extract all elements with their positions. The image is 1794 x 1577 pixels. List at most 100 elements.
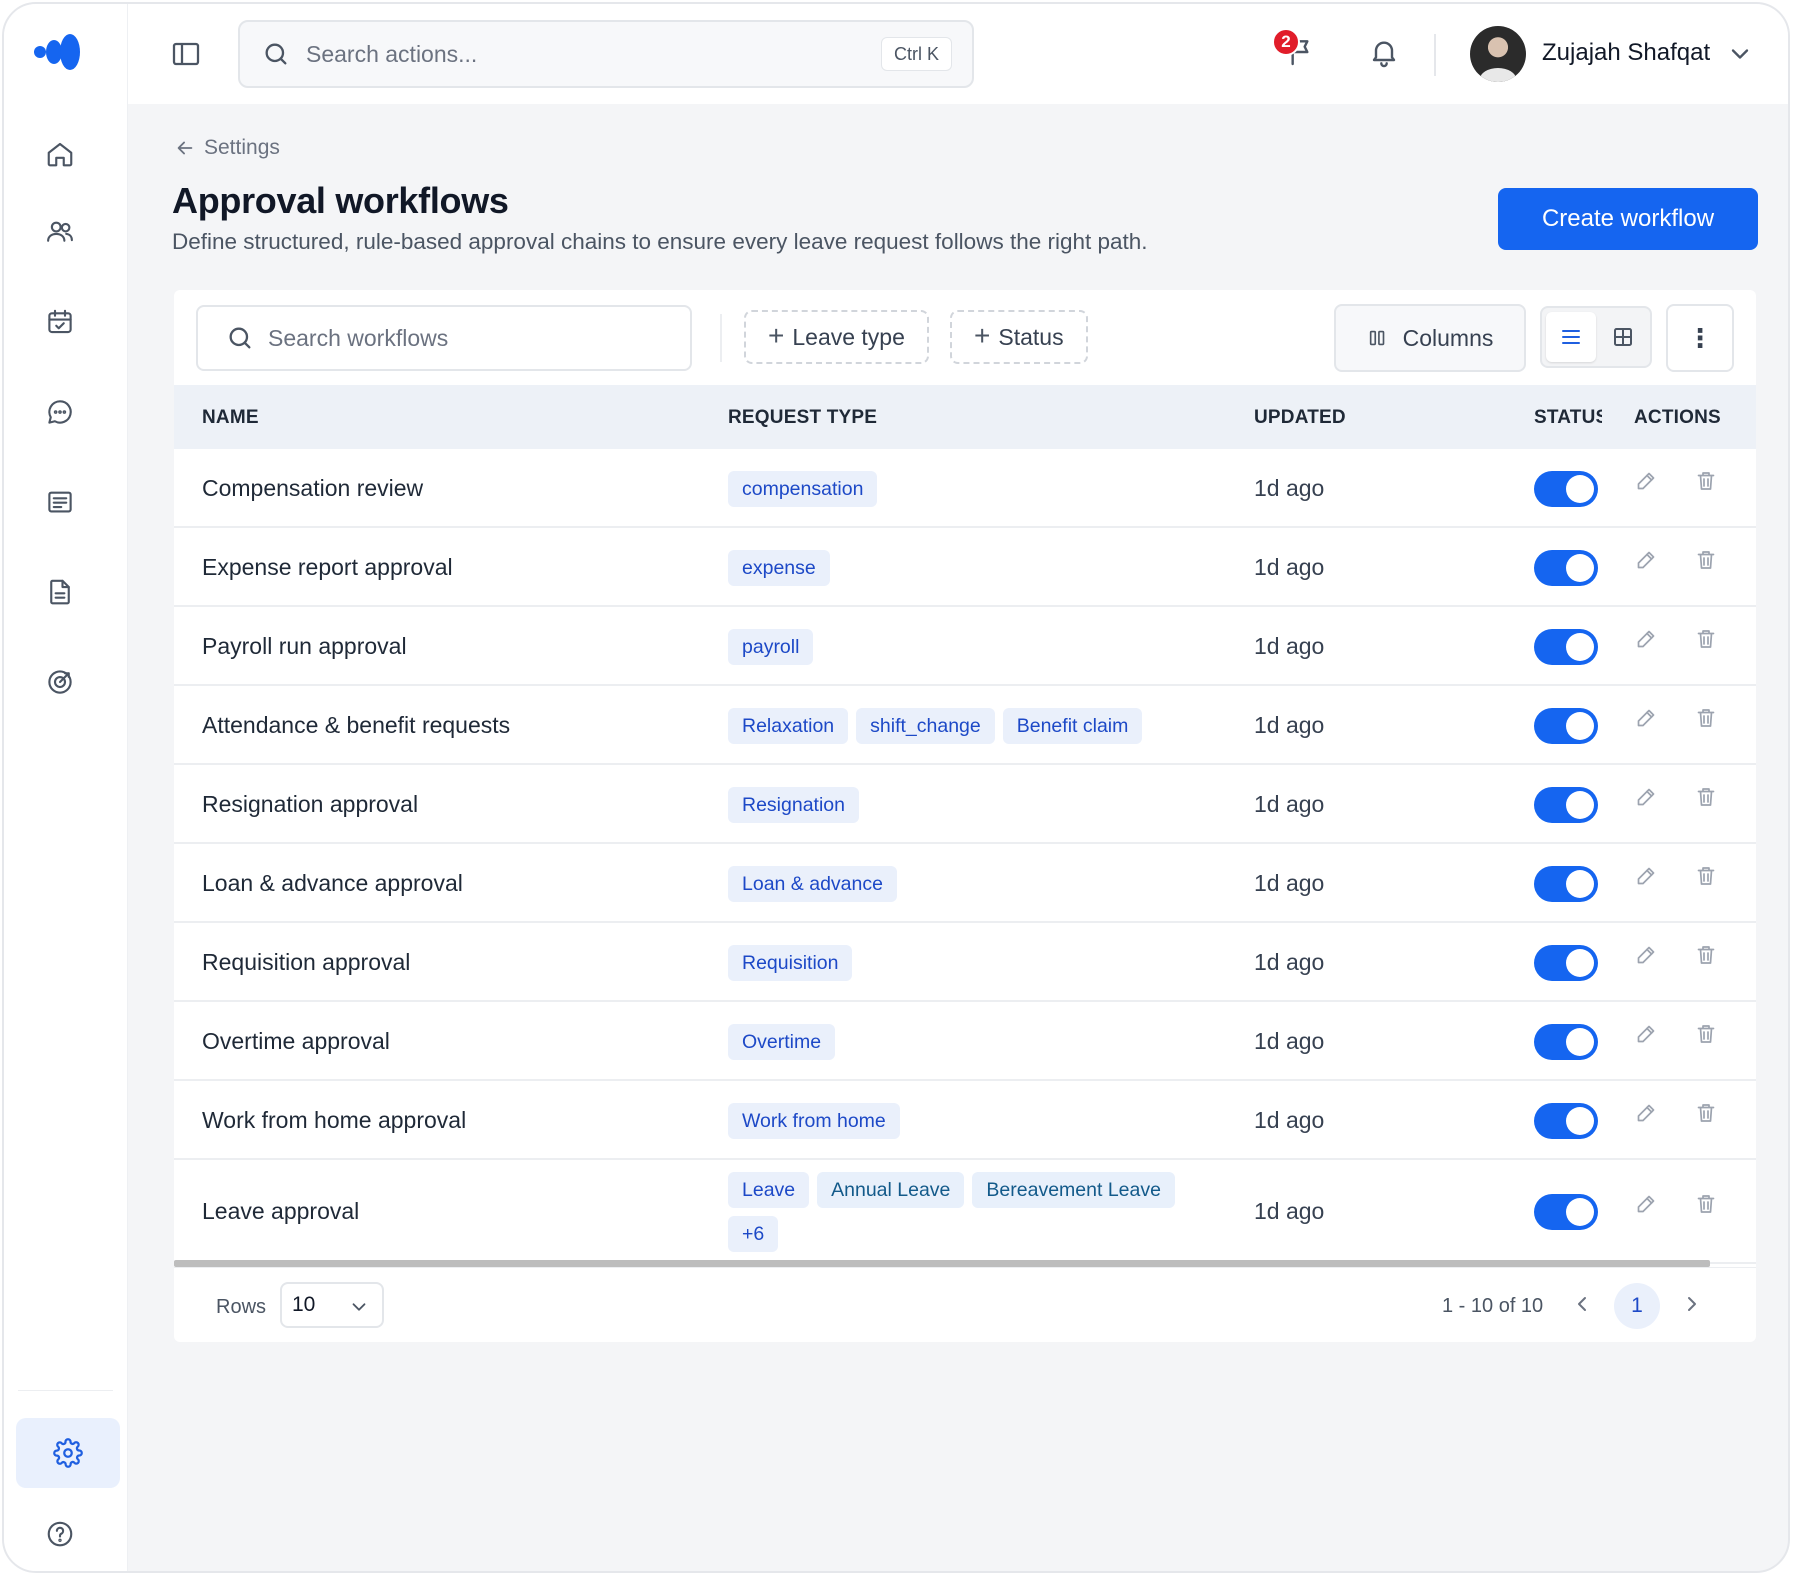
status-toggle[interactable] xyxy=(1534,1194,1598,1230)
workflow-name[interactable]: Payroll run approval xyxy=(202,633,407,660)
delete-icon[interactable] xyxy=(1694,627,1720,653)
workflow-name[interactable]: Compensation review xyxy=(202,475,423,502)
receipt-icon[interactable] xyxy=(44,486,76,518)
updated-time: 1d ago xyxy=(1254,869,1325,896)
table-row[interactable]: Leave approval Leave Annual Leave Bereaveme… xyxy=(174,1160,1756,1264)
home-icon[interactable] xyxy=(44,138,76,170)
action-search-input[interactable] xyxy=(306,40,846,68)
edit-icon[interactable] xyxy=(1634,1101,1660,1127)
delete-icon[interactable] xyxy=(1694,943,1720,969)
workflow-search-input[interactable] xyxy=(268,324,668,352)
workflow-search-bar[interactable] xyxy=(196,305,692,371)
chevron-down-icon[interactable] xyxy=(1726,40,1754,68)
avatar[interactable] xyxy=(1470,26,1526,82)
delete-icon[interactable] xyxy=(1694,469,1720,495)
edit-icon[interactable] xyxy=(1634,706,1660,732)
status-toggle[interactable] xyxy=(1534,944,1598,981)
target-icon[interactable] xyxy=(44,666,76,698)
column-header-name[interactable]: NAME xyxy=(202,407,259,429)
bell-icon[interactable] xyxy=(1368,36,1402,72)
status-toggle[interactable] xyxy=(1534,470,1598,507)
grid-view-icon[interactable] xyxy=(1598,312,1648,362)
request-type-tags: Work from home xyxy=(728,1102,1188,1139)
status-toggle[interactable] xyxy=(1534,865,1598,902)
table-row[interactable]: Loan & advance approval Loan & advance 1d … xyxy=(174,844,1756,923)
help-icon[interactable] xyxy=(44,1518,76,1550)
workflow-name[interactable]: Attendance & benefit requests xyxy=(202,712,510,739)
edit-icon[interactable] xyxy=(1634,1192,1660,1218)
edit-icon[interactable] xyxy=(1634,943,1660,969)
chevron-left-icon[interactable] xyxy=(1570,1292,1596,1318)
table-row[interactable]: Attendance & benefit requests Relaxation s… xyxy=(174,686,1756,765)
horizontal-scrollbar[interactable] xyxy=(174,1260,1710,1267)
delete-icon[interactable] xyxy=(1694,785,1720,811)
settings-icon[interactable] xyxy=(16,1418,120,1488)
table-row[interactable]: Expense report approval expense 1d ago xyxy=(174,528,1756,607)
updated-time: 1d ago xyxy=(1254,553,1325,580)
rows-per-page-select[interactable]: 10 xyxy=(280,1282,384,1328)
status-toggle[interactable] xyxy=(1534,628,1598,665)
calendar-check-icon[interactable] xyxy=(44,306,76,338)
column-header-updated[interactable]: UPDATED xyxy=(1254,407,1346,429)
request-type-tag: +6 xyxy=(728,1216,779,1252)
request-type-tags: Loan & advance xyxy=(728,865,1188,902)
edit-icon[interactable] xyxy=(1634,864,1660,890)
status-toggle[interactable] xyxy=(1534,1102,1598,1139)
workflow-name[interactable]: Overtime approval xyxy=(202,1028,390,1055)
edit-icon[interactable] xyxy=(1634,548,1660,574)
app-window: Ctrl K Zujajah Shafqat 2 Settings Approv… xyxy=(2,2,1790,1573)
delete-icon[interactable] xyxy=(1694,1022,1720,1048)
table-row[interactable]: Requisition approval Requisition 1d ago xyxy=(174,923,1756,1002)
workflow-name[interactable]: Loan & advance approval xyxy=(202,870,463,897)
columns-button[interactable]: Columns xyxy=(1334,304,1526,372)
table-row[interactable]: Resignation approval Resignation 1d ago xyxy=(174,765,1756,844)
request-type-tag: payroll xyxy=(728,628,814,665)
status-toggle[interactable] xyxy=(1534,549,1598,586)
table-footer: Rows 10 1 - 10 of 10 1 xyxy=(174,1267,1756,1342)
table-row[interactable]: Overtime approval Overtime 1d ago xyxy=(174,1002,1756,1081)
app-logo[interactable] xyxy=(32,30,90,74)
delete-icon[interactable] xyxy=(1694,1192,1720,1218)
workflow-name[interactable]: Requisition approval xyxy=(202,949,410,976)
delete-icon[interactable] xyxy=(1694,1101,1720,1127)
table-row[interactable]: Compensation review compensation 1d ago xyxy=(174,449,1756,528)
create-workflow-button[interactable]: Create workflow xyxy=(1498,188,1758,250)
workflow-name[interactable]: Expense report approval xyxy=(202,554,453,581)
workflow-name[interactable]: Resignation approval xyxy=(202,791,418,818)
more-options-icon[interactable]: ⋮ xyxy=(1666,304,1734,372)
status-toggle[interactable] xyxy=(1534,707,1598,744)
edit-icon[interactable] xyxy=(1634,627,1660,653)
action-search-bar[interactable]: Ctrl K xyxy=(238,20,974,88)
user-name[interactable]: Zujajah Shafqat xyxy=(1542,39,1710,67)
edit-icon[interactable] xyxy=(1634,1022,1660,1048)
updated-time: 1d ago xyxy=(1254,1106,1325,1133)
column-header-status[interactable]: STATUS xyxy=(1534,407,1602,429)
delete-icon[interactable] xyxy=(1694,864,1720,890)
table-row[interactable]: Work from home approval Work from home 1d … xyxy=(174,1081,1756,1160)
workflow-name[interactable]: Work from home approval xyxy=(202,1107,466,1134)
document-icon[interactable] xyxy=(44,576,76,608)
status-filter-label: Status xyxy=(998,323,1064,350)
column-header-request-type[interactable]: REQUEST TYPE xyxy=(728,407,877,429)
table-row[interactable]: Payroll run approval payroll 1d ago xyxy=(174,607,1756,686)
users-icon[interactable] xyxy=(44,216,76,248)
status-toggle[interactable] xyxy=(1534,786,1598,823)
list-view-icon[interactable] xyxy=(1546,312,1596,362)
sidebar-toggle-icon[interactable] xyxy=(170,38,202,70)
request-type-tag: Work from home xyxy=(728,1102,900,1139)
request-type-tags: expense xyxy=(728,549,1188,586)
status-filter-button[interactable]: + Status xyxy=(950,310,1088,364)
sidebar xyxy=(4,4,128,1571)
page-number-button[interactable]: 1 xyxy=(1614,1283,1660,1329)
breadcrumb[interactable]: Settings xyxy=(174,136,280,160)
chevron-right-icon[interactable] xyxy=(1680,1292,1706,1318)
delete-icon[interactable] xyxy=(1694,706,1720,732)
workflow-name[interactable]: Leave approval xyxy=(202,1198,359,1225)
edit-icon[interactable] xyxy=(1634,785,1660,811)
breadcrumb-label[interactable]: Settings xyxy=(204,136,280,160)
status-toggle[interactable] xyxy=(1534,1023,1598,1060)
edit-icon[interactable] xyxy=(1634,469,1660,495)
leave-type-filter-button[interactable]: + Leave type xyxy=(744,310,929,364)
chat-icon[interactable] xyxy=(44,396,76,428)
delete-icon[interactable] xyxy=(1694,548,1720,574)
